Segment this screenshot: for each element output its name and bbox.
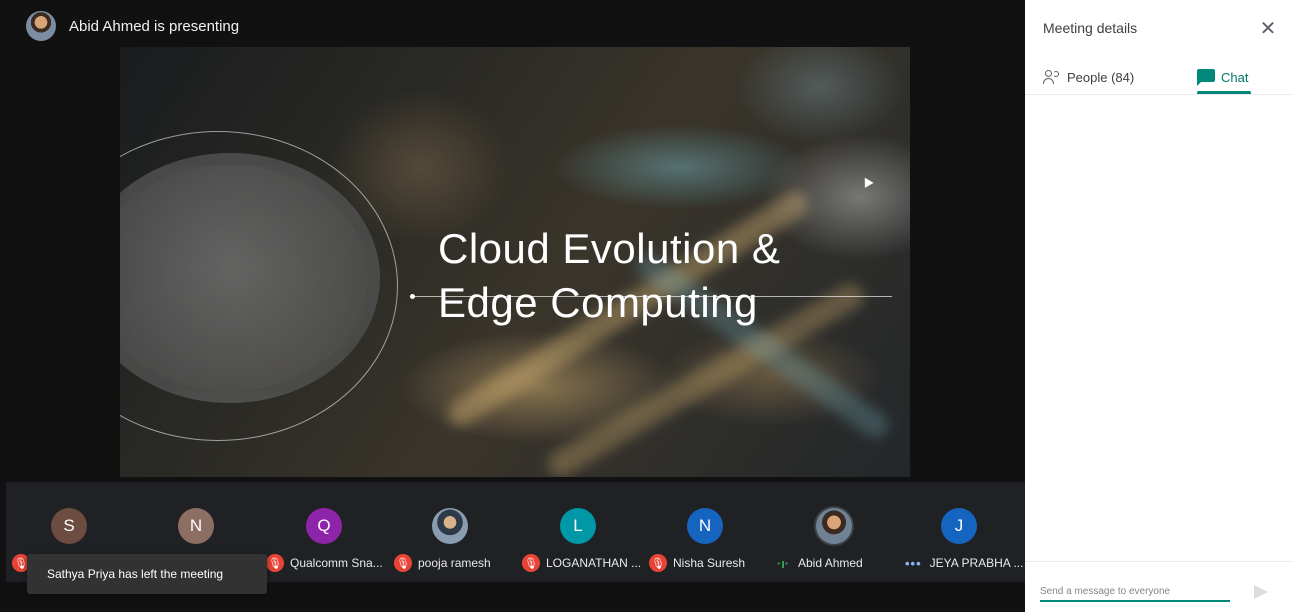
presenter-avatar [26,11,56,41]
participant-tile[interactable]: J ••• JEYA PRABHA ... [903,482,1025,582]
chat-icon [1197,69,1215,86]
participant-avatar [432,508,468,544]
participant-label: 🎙 Qualcomm Sna... [266,554,383,572]
mic-off-icon: 🎙 [266,554,284,572]
participant-avatar: N [178,508,214,544]
slide-title: Cloud Evolution & Edge Computing [438,222,780,330]
participant-label: 🎙 pooja ramesh [394,554,491,572]
mouse-cursor-icon [860,175,874,188]
participant-label: ••• JEYA PRABHA ... [905,554,1023,572]
participant-name: Nisha Suresh [673,556,746,570]
participant-avatar: N [687,508,723,544]
participant-avatar: S [51,508,87,544]
tab-chat-label: Chat [1221,69,1249,85]
participant-name: pooja ramesh [418,556,491,570]
participant-label: 🎙 LOGANATHAN ... [522,554,641,572]
tab-people[interactable]: People (84) [1043,60,1134,94]
notification-toast: Sathya Priya has left the meeting [27,554,267,594]
close-icon[interactable]: ✕ [1257,18,1279,40]
presenter-bar: Abid Ahmed is presenting [0,0,1025,52]
participant-tile[interactable]: 🎙 pooja ramesh [394,482,516,582]
send-icon[interactable] [1254,585,1268,599]
slide-title-line-2: Edge Computing [438,279,758,326]
tab-chat[interactable]: Chat [1197,60,1248,94]
participant-avatar [814,506,854,546]
tab-people-label: People (84) [1067,69,1135,85]
participant-avatar: L [560,508,596,544]
tabs-divider [1025,94,1293,95]
panel-title: Meeting details [1043,20,1138,36]
mic-off-icon: 🎙 [649,554,667,572]
participant-tile[interactable]: N 🎙 Nisha Suresh [649,482,771,582]
presenter-label: Abid Ahmed is presenting [69,17,240,35]
participant-tile[interactable]: L 🎙 LOGANATHAN ... [522,482,644,582]
participant-tile[interactable]: ·ı· Abid Ahmed [776,482,898,582]
participant-label: ·ı· Abid Ahmed [776,554,863,572]
participant-avatar: Q [306,508,342,544]
participant-label: 🎙 Nisha Suresh [649,554,745,572]
participant-avatar: J [941,508,977,544]
mic-off-icon: 🎙 [522,554,540,572]
composer-divider [1025,561,1293,562]
chat-message-input[interactable] [1040,582,1230,602]
participant-name: LOGANATHAN ... [546,556,642,570]
speaking-indicator-icon: ·ı· [776,555,790,571]
slide-rule-dot [410,294,415,299]
presentation-slide: Cloud Evolution & Edge Computing [120,47,910,477]
meeting-stage: Abid Ahmed is presenting Cloud Evolution… [0,0,1025,612]
participant-name: Abid Ahmed [798,556,863,570]
more-options-icon[interactable]: ••• [905,556,922,571]
slide-title-line-1: Cloud Evolution & [438,225,781,272]
participant-name: JEYA PRABHA ... [929,556,1024,570]
meeting-details-panel: Meeting details ✕ People (84) Chat [1025,0,1293,612]
mic-off-icon: 🎙 [394,554,412,572]
participant-name: Qualcomm Sna... [290,556,383,570]
participant-tile[interactable]: Q 🎙 Qualcomm Sna... [266,482,388,582]
people-icon [1043,70,1061,84]
